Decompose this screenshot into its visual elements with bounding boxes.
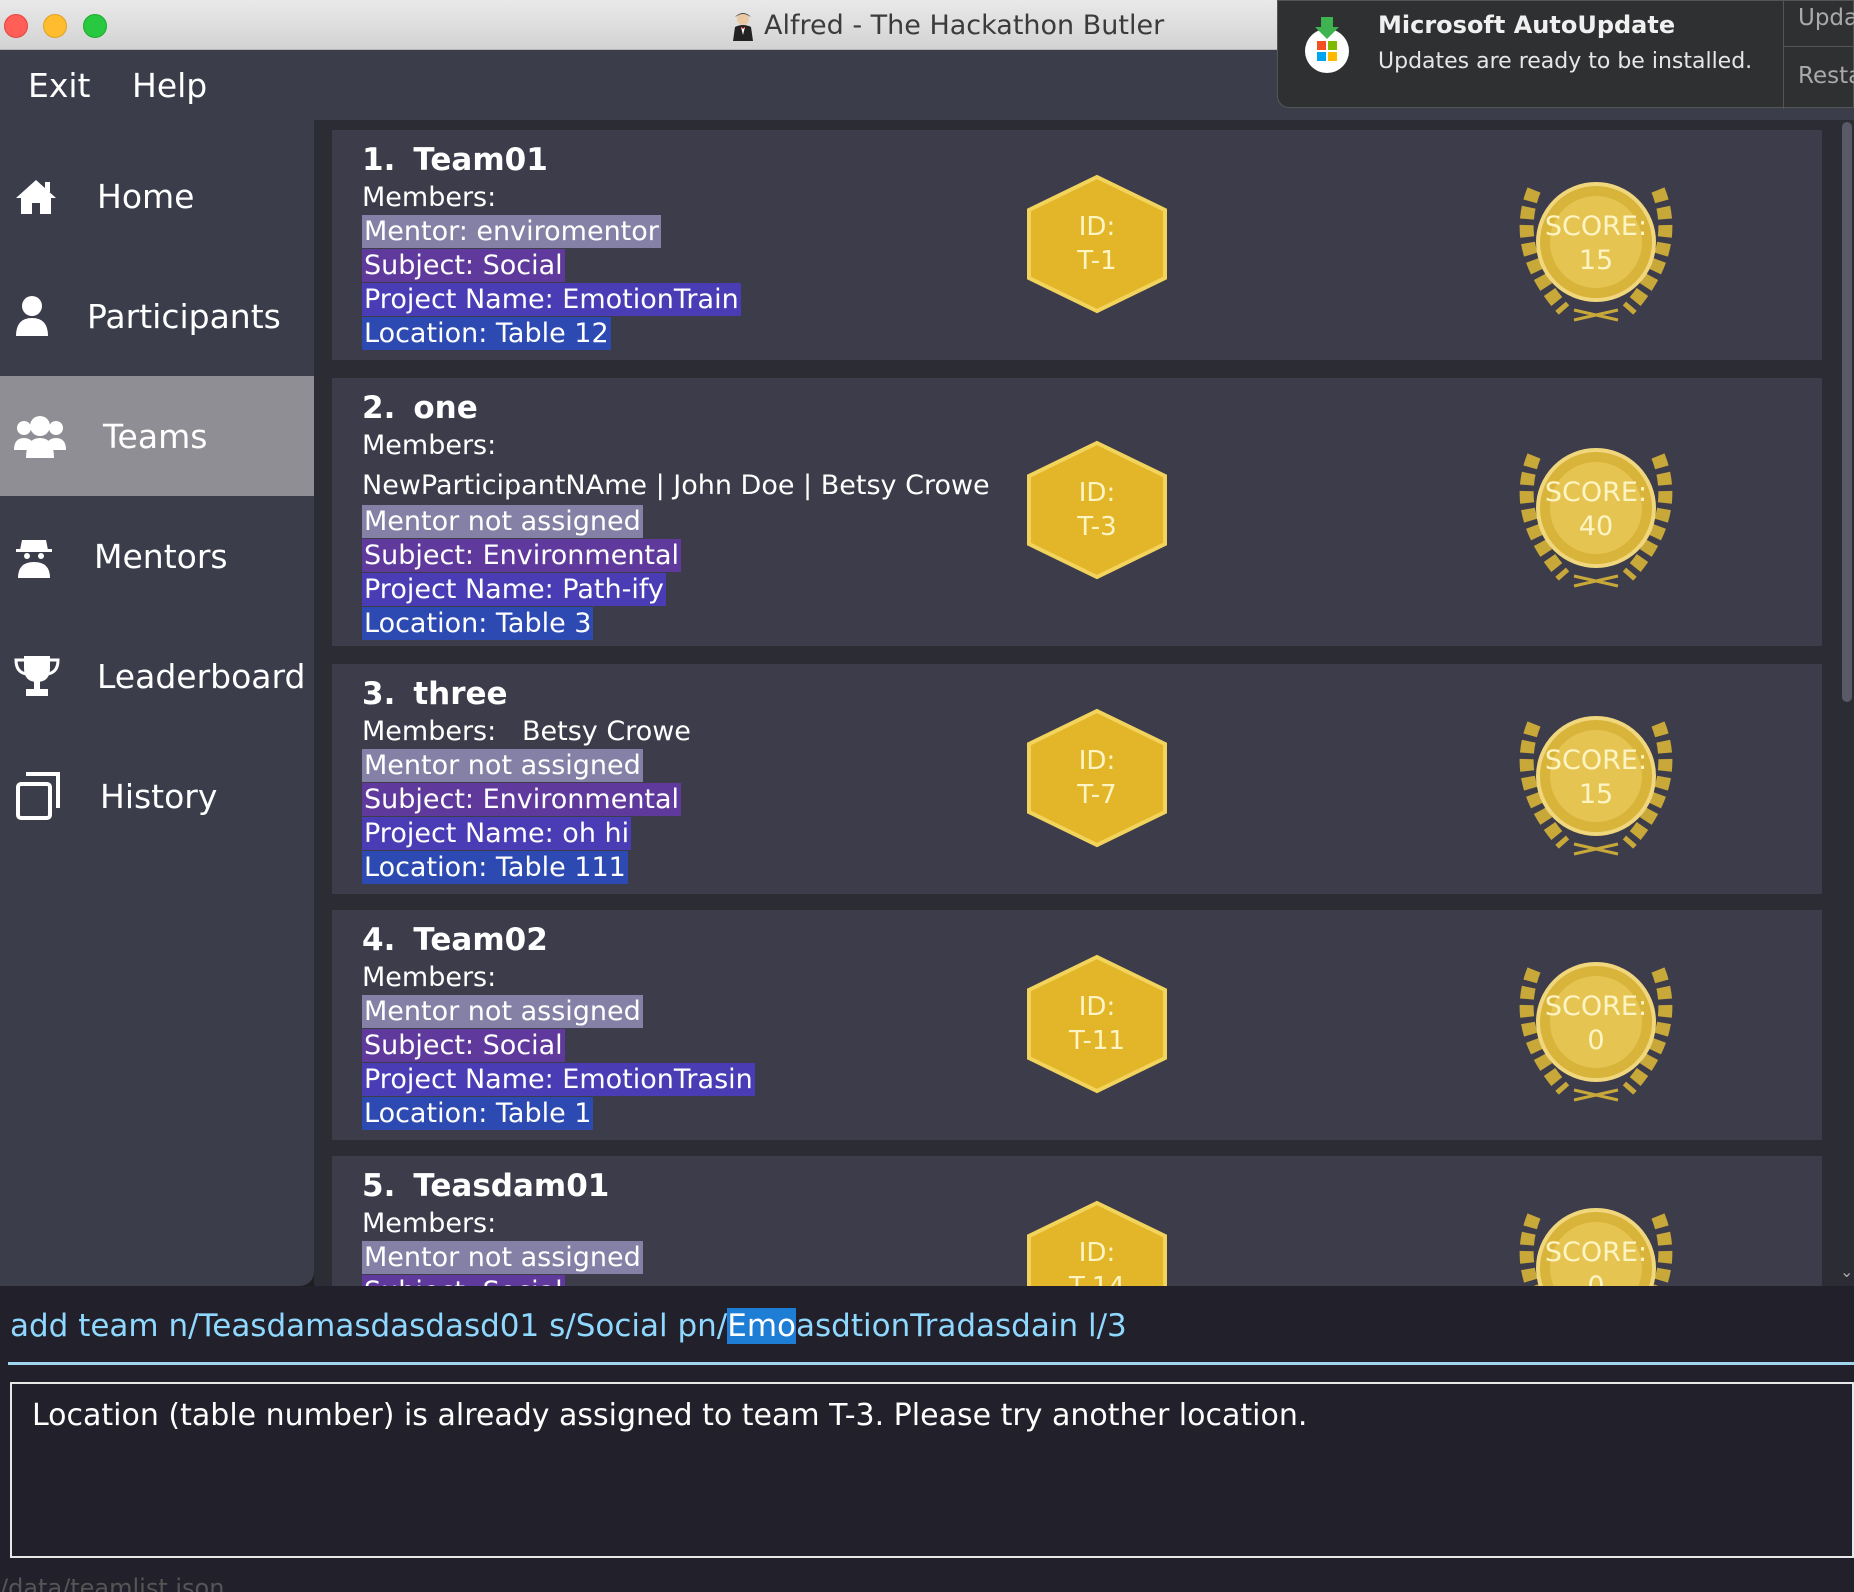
team-name: 2. one bbox=[362, 390, 478, 426]
maximize-window-button[interactable] bbox=[83, 14, 107, 38]
sidebar-item-leaderboard[interactable]: Leaderboard bbox=[0, 616, 314, 736]
selected-text: Emo bbox=[727, 1308, 797, 1344]
team-id: ID:T-14 bbox=[1069, 1238, 1125, 1286]
autoupdate-notification[interactable]: Microsoft AutoUpdate Updates are ready t… bbox=[1277, 0, 1854, 109]
team-id: ID: T-11 bbox=[1069, 992, 1125, 1056]
team-members: Betsy Crowe bbox=[521, 716, 691, 747]
sidebar-label-participants: Participants bbox=[87, 296, 281, 336]
sidebar-label-mentors: Mentors bbox=[94, 536, 228, 576]
person-icon bbox=[16, 296, 48, 336]
team-name: 1. Team01 bbox=[362, 142, 548, 178]
team-members: NewParticipantNAme | John Doe | Betsy Cr… bbox=[362, 470, 990, 501]
notification-restart-button[interactable]: Resta bbox=[1798, 63, 1854, 89]
team-members-label: Members: bbox=[362, 1208, 497, 1239]
autoupdate-icon bbox=[1305, 17, 1349, 73]
trophy-icon bbox=[14, 656, 60, 696]
result-message: Location (table number) is already assig… bbox=[32, 1398, 1308, 1433]
list-scrollbar[interactable] bbox=[1842, 122, 1852, 702]
sidebar-item-participants[interactable]: Participants bbox=[0, 256, 314, 376]
team-score: SCORE: 15 bbox=[1544, 745, 1648, 810]
scroll-down-arrow-icon[interactable]: ⌄ bbox=[1840, 1262, 1853, 1281]
team-subject: Subject: Social bbox=[362, 1275, 565, 1286]
result-display: Location (table number) is already assig… bbox=[10, 1382, 1854, 1558]
team-mentor: Mentor not assigned bbox=[362, 505, 643, 538]
group-icon bbox=[14, 416, 66, 458]
sidebar: Home Participants Teams Mentors Leaderbo… bbox=[0, 120, 314, 1286]
team-name: 5. Teasdam01 bbox=[362, 1168, 610, 1204]
notification-update-button[interactable]: Upda bbox=[1798, 5, 1854, 31]
team-card[interactable]: 2. one Members: NewParticipantNAme | John… bbox=[332, 378, 1822, 646]
sidebar-label-home: Home bbox=[97, 176, 195, 216]
menu-exit[interactable]: Exit bbox=[28, 66, 91, 105]
team-location: Location: Table 12 bbox=[362, 317, 611, 350]
command-input-underline bbox=[8, 1362, 1854, 1365]
team-project: Project Name: Path-ify bbox=[362, 573, 666, 606]
team-members-label: Members: bbox=[362, 962, 497, 993]
team-name: 4. Team02 bbox=[362, 922, 548, 958]
team-id: ID: T-1 bbox=[1077, 212, 1117, 276]
spy-icon bbox=[16, 540, 52, 578]
window-title-text: Alfred - The Hackathon Butler bbox=[764, 10, 1165, 41]
sidebar-item-home[interactable]: Home bbox=[0, 136, 314, 256]
minimize-window-button[interactable] bbox=[43, 14, 67, 38]
team-mentor: Mentor not assigned bbox=[362, 995, 643, 1028]
team-location: Location: Table 111 bbox=[362, 851, 628, 884]
team-list[interactable]: 1. Team01 Members: Mentor: enviromentor S… bbox=[314, 120, 1854, 1286]
notification-title: Microsoft AutoUpdate bbox=[1378, 11, 1676, 39]
notification-body: Updates are ready to be installed. bbox=[1378, 49, 1753, 74]
team-subject: Subject: Social bbox=[362, 249, 565, 282]
home-icon bbox=[16, 180, 56, 214]
team-subject: Subject: Environmental bbox=[362, 783, 682, 816]
team-card[interactable]: 3. three Members: Betsy Crowe Mentor not … bbox=[332, 664, 1822, 894]
window-title: Alfred - The Hackathon Butler bbox=[730, 10, 1164, 41]
team-members-label: Members: Betsy Crowe bbox=[362, 716, 691, 747]
copy-icon bbox=[16, 772, 60, 820]
sidebar-item-teams[interactable]: Teams bbox=[0, 376, 314, 496]
team-id: ID: T-3 bbox=[1077, 478, 1117, 542]
butler-icon bbox=[733, 12, 753, 41]
team-members-label: Members: bbox=[362, 430, 497, 461]
sidebar-label-leaderboard: Leaderboard bbox=[97, 656, 306, 696]
team-card[interactable]: 1. Team01 Members: Mentor: enviromentor S… bbox=[332, 130, 1822, 360]
team-card[interactable]: 4. Team02 Members: Mentor not assigned Su… bbox=[332, 910, 1822, 1140]
notification-divider bbox=[1783, 1, 1784, 109]
team-score: SCORE:0 bbox=[1544, 991, 1648, 1056]
team-project: Project Name: oh hi bbox=[362, 817, 632, 850]
team-score: SCORE: 15 bbox=[1544, 211, 1648, 276]
sidebar-label-history: History bbox=[100, 776, 218, 816]
team-project: Project Name: EmotionTrain bbox=[362, 283, 741, 316]
team-score: SCORE:0 bbox=[1544, 1237, 1648, 1286]
team-mentor: Mentor: enviromentor bbox=[362, 215, 661, 248]
command-area: add team n/Teasdamasdasdasd01 s/Social p… bbox=[0, 1286, 1854, 1592]
close-window-button[interactable] bbox=[4, 14, 28, 38]
team-subject: Subject: Social bbox=[362, 1029, 565, 1062]
team-id: ID: T-7 bbox=[1077, 746, 1117, 810]
team-location: Location: Table 1 bbox=[362, 1097, 594, 1130]
team-project: Project Name: EmotionTrasin bbox=[362, 1063, 755, 1096]
team-mentor: Mentor not assigned bbox=[362, 749, 643, 782]
team-name: 3. three bbox=[362, 676, 508, 712]
team-subject: Subject: Environmental bbox=[362, 539, 682, 572]
sidebar-label-teams: Teams bbox=[103, 416, 208, 456]
notification-divider bbox=[1783, 46, 1854, 47]
team-members-label: Members: bbox=[362, 182, 497, 213]
team-mentor: Mentor not assigned bbox=[362, 1241, 643, 1274]
menu-help[interactable]: Help bbox=[132, 66, 207, 105]
sidebar-item-history[interactable]: History bbox=[0, 736, 314, 856]
status-bar-path: /data/teamlist.json bbox=[0, 1574, 225, 1592]
sidebar-item-mentors[interactable]: Mentors bbox=[0, 496, 314, 616]
team-score: SCORE: 40 bbox=[1544, 477, 1648, 542]
team-location: Location: Table 3 bbox=[362, 607, 594, 640]
command-input[interactable]: add team n/Teasdamasdasdasd01 s/Social p… bbox=[10, 1308, 1127, 1344]
team-card[interactable]: 5. Teasdam01 Members: Mentor not assigned… bbox=[332, 1156, 1822, 1286]
